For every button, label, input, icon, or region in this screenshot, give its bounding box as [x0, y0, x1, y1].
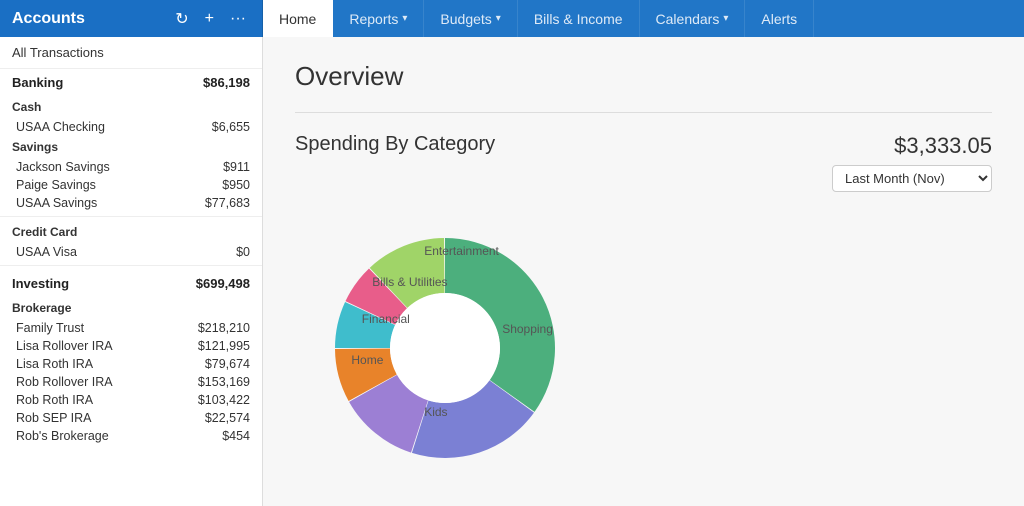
account-amount: $22,574	[205, 411, 250, 425]
account-amount: $6,655	[212, 120, 250, 134]
account-name: Lisa Roth IRA	[16, 357, 93, 371]
account-name: USAA Visa	[16, 245, 77, 259]
account-row[interactable]: Rob's Brokerage $454	[0, 427, 262, 445]
chevron-down-icon: ▾	[496, 13, 501, 24]
account-amount: $218,210	[198, 321, 250, 335]
account-amount: $950	[222, 178, 250, 192]
account-row[interactable]: Jackson Savings $911	[0, 158, 262, 176]
account-row[interactable]: USAA Checking $6,655	[0, 118, 262, 136]
main-nav: HomeReports▾Budgets▾Bills & IncomeCalend…	[263, 0, 1024, 37]
total-amount: $3,333.05	[894, 133, 992, 159]
account-name: Jackson Savings	[16, 160, 110, 174]
nav-item-home[interactable]: Home	[263, 0, 333, 37]
page-title: Overview	[295, 61, 992, 92]
account-name: Rob's Brokerage	[16, 429, 109, 443]
cash-label: Cash	[0, 96, 262, 118]
account-row[interactable]: USAA Visa $0	[0, 243, 262, 261]
donut-center	[390, 293, 500, 403]
account-amount: $103,422	[198, 393, 250, 407]
account-name: Paige Savings	[16, 178, 96, 192]
amount-period-container: $3,333.05 This MonthLast Month (Nov)Last…	[832, 133, 992, 192]
account-amount: $79,674	[205, 357, 250, 371]
account-name: Rob Roth IRA	[16, 393, 93, 407]
chevron-down-icon: ▾	[402, 13, 407, 24]
banking-label: Banking	[12, 75, 63, 90]
chevron-down-icon: ▾	[723, 13, 728, 24]
nav-item-budgets[interactable]: Budgets▾	[424, 0, 517, 37]
account-row[interactable]: Lisa Roth IRA $79,674	[0, 355, 262, 373]
nav-item-bills-and-income[interactable]: Bills & Income	[518, 0, 640, 37]
account-name: Rob Rollover IRA	[16, 375, 113, 389]
account-amount: $0	[236, 245, 250, 259]
more-icon[interactable]: ···	[226, 8, 250, 30]
nav-item-reports[interactable]: Reports▾	[333, 0, 424, 37]
account-amount: $153,169	[198, 375, 250, 389]
account-name: Rob SEP IRA	[16, 411, 92, 425]
account-amount: $911	[223, 160, 250, 174]
spending-title: Spending By Category	[295, 133, 495, 156]
account-amount: $77,683	[205, 196, 250, 210]
all-transactions-link[interactable]: All Transactions	[0, 37, 262, 69]
brokerage-label: Brokerage	[0, 297, 262, 319]
banking-section-header[interactable]: Banking $86,198	[0, 69, 262, 96]
credit-label: Credit Card	[0, 221, 262, 243]
main-content: Overview Spending By Category $3,333.05 …	[263, 37, 1024, 506]
investing-section-header[interactable]: Investing $699,498	[0, 270, 262, 297]
account-row[interactable]: Rob Rollover IRA $153,169	[0, 373, 262, 391]
donut-chart: ShoppingKidsHomeFinancialBills & Utiliti…	[315, 218, 575, 478]
nav-item-calendars[interactable]: Calendars▾	[640, 0, 746, 37]
refresh-icon[interactable]: ↻	[171, 7, 192, 31]
account-row[interactable]: USAA Savings $77,683	[0, 194, 262, 212]
add-icon[interactable]: +	[201, 8, 218, 30]
nav-item-alerts[interactable]: Alerts	[745, 0, 814, 37]
banking-total: $86,198	[203, 75, 250, 90]
account-name: Lisa Rollover IRA	[16, 339, 113, 353]
investing-total: $699,498	[196, 276, 250, 291]
account-amount: $454	[222, 429, 250, 443]
account-name: Family Trust	[16, 321, 84, 335]
account-amount: $121,995	[198, 339, 250, 353]
account-name: USAA Savings	[16, 196, 97, 210]
savings-label: Savings	[0, 136, 262, 158]
investing-label: Investing	[12, 276, 69, 291]
spending-header-row: Spending By Category $3,333.05 This Mont…	[295, 133, 992, 192]
account-row[interactable]: Rob Roth IRA $103,422	[0, 391, 262, 409]
period-select[interactable]: This MonthLast Month (Nov)Last 3 MonthsL…	[832, 165, 992, 192]
account-row[interactable]: Lisa Rollover IRA $121,995	[0, 337, 262, 355]
accounts-header: Accounts ↻ + ···	[0, 0, 263, 37]
account-row[interactable]: Family Trust $218,210	[0, 319, 262, 337]
account-row[interactable]: Paige Savings $950	[0, 176, 262, 194]
account-name: USAA Checking	[16, 120, 105, 134]
chart-area: ShoppingKidsHomeFinancialBills & Utiliti…	[295, 208, 992, 488]
accounts-title: Accounts	[12, 10, 163, 28]
account-row[interactable]: Rob SEP IRA $22,574	[0, 409, 262, 427]
sidebar: All Transactions Banking $86,198 Cash US…	[0, 37, 263, 506]
